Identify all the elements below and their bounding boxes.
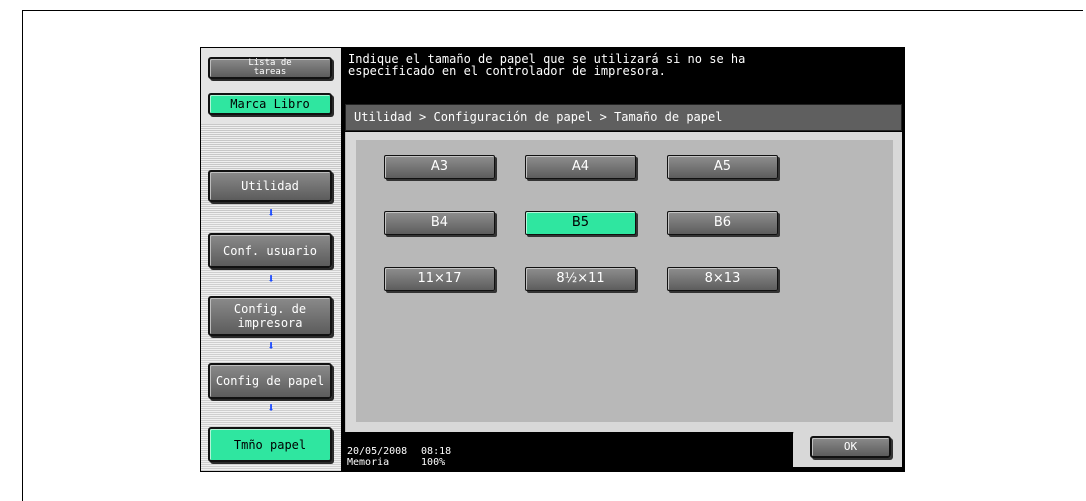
bookmark-button[interactable]: Marca Libro: [208, 93, 332, 115]
instruction-message: Indique el tamaño de papel que se utiliz…: [348, 52, 746, 78]
status-date: 20/05/2008: [347, 446, 408, 457]
paper-a4-button[interactable]: A4: [525, 155, 636, 179]
step-conf-usuario-button[interactable]: Conf. usuario: [208, 233, 332, 268]
down-arrow-icon: ⬇: [267, 339, 275, 354]
step-utilidad-button[interactable]: Utilidad: [208, 170, 332, 202]
down-arrow-icon: ⬇: [267, 272, 275, 287]
paper-a5-button[interactable]: A5: [667, 155, 778, 179]
paper-8-5x11-button[interactable]: 8½×11: [525, 267, 636, 291]
down-arrow-icon: ⬇: [267, 401, 275, 416]
down-arrow-icon: ⬇: [267, 206, 275, 221]
paper-b5-button[interactable]: B5: [525, 211, 636, 235]
status-memory-value: 100%: [421, 457, 446, 468]
task-list-button[interactable]: Lista de tareas: [208, 57, 332, 79]
breadcrumb: Utilidad > Configuración de papel > Tama…: [345, 104, 902, 131]
paper-b4-button[interactable]: B4: [384, 211, 495, 235]
ok-button[interactable]: OK: [810, 436, 891, 458]
step-tamano-papel-button[interactable]: Tmño papel: [208, 427, 332, 462]
step-config-papel-button[interactable]: Config de papel: [208, 363, 332, 399]
status-time: 08:18: [421, 446, 452, 457]
paper-a3-button[interactable]: A3: [384, 155, 495, 179]
status-info: 20/05/2008 08:18 Memoria 100%: [347, 446, 451, 468]
paper-11x17-button[interactable]: 11×17: [384, 267, 495, 291]
status-memory-label: Memoria: [347, 457, 390, 468]
paper-b6-button[interactable]: B6: [667, 211, 778, 235]
step-config-impresora-button[interactable]: Config. de impresora: [208, 296, 332, 336]
paper-8x13-button[interactable]: 8×13: [667, 267, 778, 291]
